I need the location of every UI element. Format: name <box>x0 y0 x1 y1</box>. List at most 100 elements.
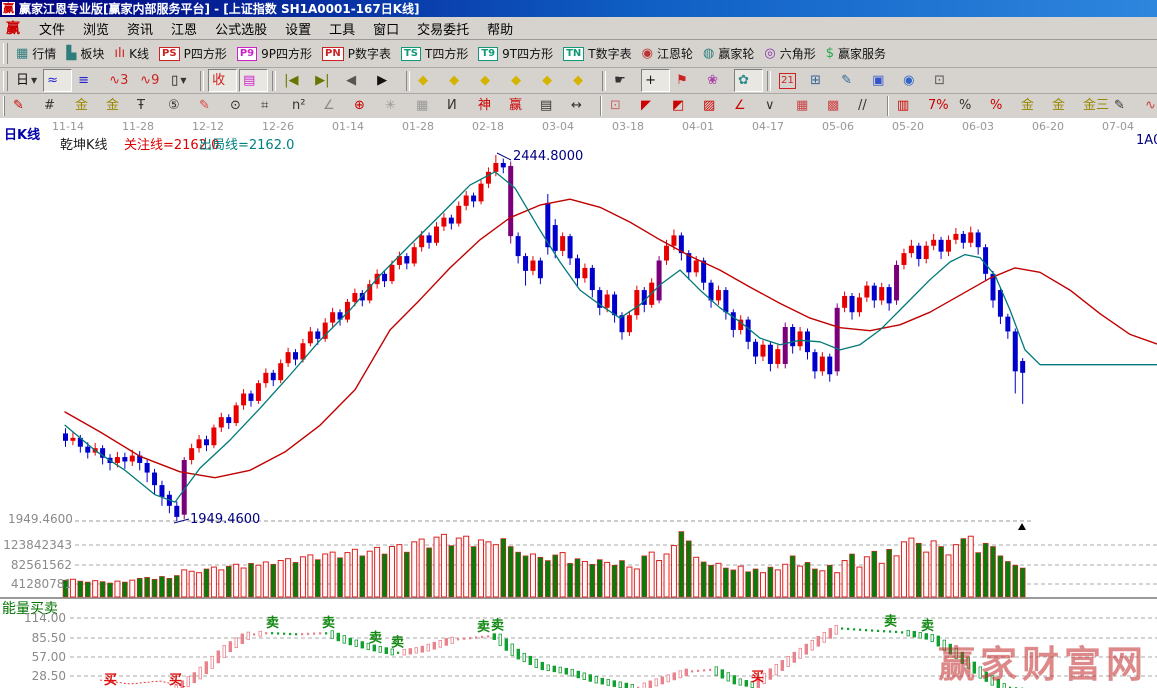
save-net-button[interactable]: ◉ <box>899 69 929 92</box>
vee-lines-button[interactable]: ∨ <box>761 94 790 118</box>
ruler-123-button[interactable]: ▤ <box>536 94 565 118</box>
gold-bands-button[interactable]: 金 <box>1048 94 1077 118</box>
calendar-21-button[interactable]: 21 <box>775 69 805 92</box>
menu-item-window[interactable]: 窗口 <box>364 21 408 40</box>
notes-button[interactable]: ✎ <box>837 69 867 92</box>
vee-lines-icon: ∨ <box>765 98 775 113</box>
menu-item-help[interactable]: 帮助 <box>478 21 522 40</box>
gold-circle-button[interactable]: 金 <box>1017 94 1046 118</box>
ratio-bars-button[interactable]: ▥ <box>893 94 922 118</box>
menu-item-formula-stock-pick[interactable]: 公式选股 <box>206 21 276 40</box>
menu-item-settings[interactable]: 设置 <box>276 21 320 40</box>
hexagon-button[interactable]: ◎ 六角形 <box>760 42 820 65</box>
date-label: 12-26 <box>262 120 294 133</box>
spiral-5-button[interactable]: ⑤ <box>164 94 193 118</box>
t-square-button[interactable]: TS T四方形 <box>396 42 473 65</box>
red-pen-button[interactable]: ✎ <box>195 94 224 118</box>
wave-3-button[interactable]: ∿3 <box>105 69 135 92</box>
next-bar-button[interactable]: ▶ <box>373 69 403 92</box>
grid-grey-button[interactable]: ▦ <box>412 94 441 118</box>
winner-service-button[interactable]: $ 赢家服务 <box>821 42 890 65</box>
pen-tool-button[interactable]: ✎ <box>9 94 38 118</box>
wave-a-button[interactable]: ∿ <box>1141 94 1157 118</box>
rays-fan-button[interactable]: ◤ <box>637 94 666 118</box>
slash-lines-button[interactable]: // <box>854 94 883 118</box>
gann-wheel-button[interactable]: ◉ 江恩轮 <box>637 42 697 65</box>
gann-lines-button[interactable]: # <box>40 94 69 118</box>
quotes-button[interactable]: ▦ 行情 <box>12 42 61 65</box>
red-grid-button[interactable]: ▦ <box>792 94 821 118</box>
shen-tool-button[interactable]: 神 <box>474 94 503 118</box>
f-lines-button[interactable]: Ŧ <box>133 94 162 118</box>
compass-button[interactable]: ⊕ <box>350 94 379 118</box>
red-grid-2-button[interactable]: ▩ <box>823 94 852 118</box>
menu-item-news[interactable]: 资讯 <box>118 21 162 40</box>
percent-7-button[interactable]: 7% <box>924 94 953 118</box>
expand-all-button[interactable]: ◆ <box>569 69 599 92</box>
menu-item-gann[interactable]: 江恩 <box>162 21 206 40</box>
p-square-button[interactable]: PS P四方形 <box>155 42 231 65</box>
menu-logo-icon: 赢 <box>6 21 20 37</box>
qiankun-style-button[interactable]: ≈ <box>43 69 73 92</box>
web-grey-button[interactable]: ✳ <box>381 94 410 118</box>
percent-line-button[interactable]: % <box>986 94 1015 118</box>
wave-n-button[interactable]: И <box>443 94 472 118</box>
box-tool-button[interactable]: ⊡ <box>606 94 635 118</box>
9t-square-button[interactable]: T9 9T四方形 <box>474 42 558 65</box>
color-kline-button[interactable]: ▤ <box>239 69 269 92</box>
angle-lines-button[interactable]: ∠ <box>730 94 759 118</box>
print-station-button[interactable]: ⊡ <box>930 69 960 92</box>
expand-h-button[interactable]: ◆ <box>507 69 537 92</box>
menu-item-browse[interactable]: 浏览 <box>74 21 118 40</box>
period-day-button[interactable]: 日 ▼ <box>12 69 42 92</box>
p-digit-table-button[interactable]: PN P数字表 <box>318 42 395 65</box>
menu-item-trade-entrust[interactable]: 交易委托 <box>408 21 478 40</box>
crosshair-tool-button[interactable]: + <box>641 69 671 92</box>
win-tool-button[interactable]: 赢 <box>505 94 534 118</box>
gann-wheel-label: 江恩轮 <box>656 47 693 61</box>
winner-wheel-button[interactable]: ◍ 赢家轮 <box>698 42 759 65</box>
candle-style-dropdown-icon[interactable]: ▼ <box>180 76 186 85</box>
sectors-button[interactable]: ▙ 板块 <box>62 42 109 65</box>
save-button[interactable]: ▣ <box>868 69 898 92</box>
period-day-dropdown-icon[interactable]: ▼ <box>31 76 37 85</box>
9p-square-button[interactable]: P9 9P四方形 <box>232 42 316 65</box>
smart-tool-button[interactable]: ✿ <box>734 69 764 92</box>
fan-box-button[interactable]: ◩ <box>668 94 697 118</box>
calculator-button[interactable]: ⊞ <box>806 69 836 92</box>
last-page-button[interactable]: ▶| <box>311 69 341 92</box>
compress-h-button[interactable]: ◆ <box>476 69 506 92</box>
percent-button[interactable]: % <box>955 94 984 118</box>
gold-three-button[interactable]: 金三 <box>1079 94 1109 118</box>
box-rays-button[interactable]: ▨ <box>699 94 728 118</box>
width-measure-button[interactable]: ↔ <box>567 94 596 118</box>
candle-style-button[interactable]: ▯ ▼ <box>167 69 197 92</box>
gold-ratio-box-button[interactable]: 金 <box>102 94 131 118</box>
circle-5-button[interactable]: ⊙ <box>226 94 255 118</box>
volume-bars[interactable] <box>62 531 1026 598</box>
first-page-button[interactable]: |◀ <box>280 69 310 92</box>
kline-button[interactable]: ılı K线 <box>110 42 154 65</box>
flower-tool-button[interactable]: ❀ <box>703 69 733 92</box>
wave-9-button[interactable]: ∿9 <box>136 69 166 92</box>
prev-bar-button[interactable]: ◀ <box>342 69 372 92</box>
n-square-button[interactable]: n² <box>288 94 317 118</box>
chart-area[interactable]: 买买买卖卖卖卖卖卖卖卖 11-14 11-28 12-12 12-26 01-14 01-… <box>0 118 1157 688</box>
menu-item-file[interactable]: 文件 <box>30 21 74 40</box>
pen-black-button[interactable]: ✎ <box>1110 94 1139 118</box>
shift-right-button[interactable]: ◆ <box>445 69 475 92</box>
title-bar[interactable]: 赢 赢家江恩专业版[赢家内部服务平台] - [上证指数 SH1A0001-167… <box>0 0 1157 17</box>
candlesticks[interactable] <box>63 155 1026 521</box>
chart-canvas[interactable]: 买买买卖 卖卖 卖卖卖卖卖 <box>0 118 1157 688</box>
plain-lines-button[interactable]: ⌗ <box>257 94 286 118</box>
angle-a-button[interactable]: ∠ <box>319 94 348 118</box>
compress-all-button[interactable]: ◆ <box>538 69 568 92</box>
menu-item-tools[interactable]: 工具 <box>320 21 364 40</box>
shift-left-button[interactable]: ◆ <box>414 69 444 92</box>
gold-section-lines-button[interactable]: 金 <box>71 94 100 118</box>
flag-tool-button[interactable]: ⚑ <box>672 69 702 92</box>
t-digit-table-button[interactable]: TN T数字表 <box>559 42 636 65</box>
hand-tool-button[interactable]: ☛ <box>610 69 640 92</box>
close-marker-button[interactable]: 收 <box>208 69 238 92</box>
info-view-button[interactable]: ≡ <box>74 69 104 92</box>
